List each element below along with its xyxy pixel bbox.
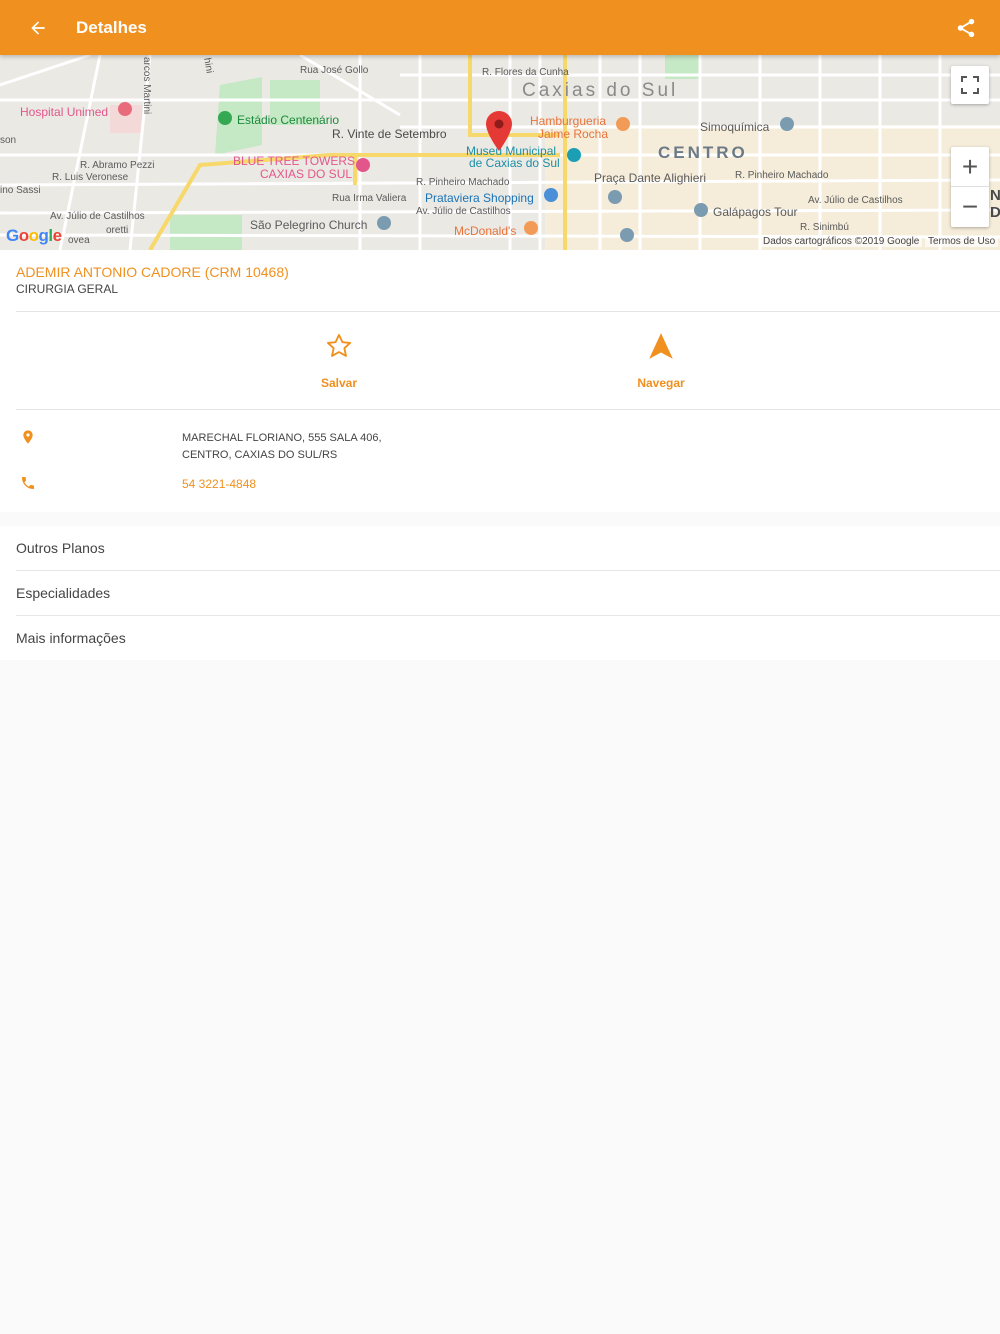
- list-item-label: Especialidades: [16, 585, 111, 601]
- details-card: ADEMIR ANTONIO CADORE (CRM 10468) CIRURG…: [0, 250, 1000, 512]
- arrow-back-icon: [31, 20, 45, 35]
- fullscreen-icon: [961, 76, 979, 94]
- address: MARECHAL FLORIANO, 555 SALA 406, CENTRO,…: [182, 430, 382, 464]
- fullscreen-button[interactable]: [951, 66, 989, 104]
- map-label-city: Caxias do Sul: [522, 80, 679, 101]
- star-outline-icon: [326, 333, 352, 357]
- map-label: Rua Irma Valiera: [332, 193, 407, 204]
- zoom-out-button[interactable]: −: [951, 187, 989, 227]
- restaurant-icon[interactable]: [616, 117, 630, 131]
- map-label-poi: Prataviera Shopping: [425, 191, 534, 205]
- map-label: R. Sinimbú: [800, 222, 849, 233]
- map-label: D: [990, 204, 1000, 221]
- place-icon[interactable]: [620, 228, 634, 242]
- location-marker-icon[interactable]: [486, 111, 512, 151]
- museum-icon[interactable]: [567, 148, 581, 162]
- map-label: R. Pinheiro Machado: [735, 170, 829, 181]
- map-label: oretti: [106, 225, 129, 236]
- restaurant-icon[interactable]: [524, 221, 538, 235]
- divider: [16, 409, 1000, 410]
- doctor-name: ADEMIR ANTONIO CADORE (CRM 10468): [16, 264, 289, 280]
- list-item-mais-informacoes[interactable]: Mais informações: [0, 616, 1000, 661]
- map-label: son: [0, 135, 17, 146]
- map-label: R. Luis Veronese: [52, 172, 129, 183]
- save-button[interactable]: Salvar: [279, 332, 399, 390]
- address-line1: MARECHAL FLORIANO, 555 SALA 406,: [182, 432, 382, 444]
- options-list: Outros Planos Especialidades Mais inform…: [0, 526, 1000, 660]
- map-label-poi: Hamburgueria: [530, 114, 607, 128]
- phone-link[interactable]: 54 3221-4848: [182, 477, 256, 491]
- place-icon[interactable]: [780, 117, 794, 131]
- google-logo: Google: [6, 226, 62, 245]
- list-item-label: Mais informações: [16, 630, 126, 646]
- navigate-label: Navegar: [637, 376, 685, 390]
- map-label: R. Pinheiro Machado: [416, 177, 510, 188]
- hotel-icon[interactable]: [356, 158, 370, 172]
- map-label-poi: CAXIAS DO SUL: [260, 167, 353, 181]
- map-label: R. Vinte de Setembro: [332, 127, 447, 141]
- stadium-icon[interactable]: [218, 111, 232, 125]
- church-icon[interactable]: [377, 216, 391, 230]
- divider: [16, 311, 1000, 312]
- app-bar: Detalhes: [0, 0, 1000, 55]
- place-icon[interactable]: [694, 203, 708, 217]
- map-label-poi: McDonald's: [454, 224, 517, 238]
- zoom-in-button[interactable]: +: [951, 147, 989, 187]
- zoom-control: + −: [951, 147, 989, 227]
- navigate-button[interactable]: Navegar: [601, 332, 721, 390]
- map-label: ino Sassi: [0, 185, 41, 196]
- shopping-icon[interactable]: [544, 188, 558, 202]
- map-credit: Dados cartográficos ©2019 Google: [760, 236, 923, 247]
- map-label-poi: Estádio Centenário: [237, 113, 340, 127]
- map-label-poi: Simoquímica: [700, 120, 770, 134]
- map-label: Rua José Gollo: [300, 65, 369, 76]
- map-label-poi: de Caxias do Sul: [469, 156, 560, 170]
- save-label: Salvar: [320, 376, 358, 390]
- hospital-icon[interactable]: [118, 102, 132, 116]
- place-icon[interactable]: [608, 190, 622, 204]
- phone-icon: [22, 477, 34, 489]
- map-terms-link[interactable]: Termos de Uso: [925, 236, 999, 247]
- map-view[interactable]: Rua José Gollo R. Flores da Cunha Caxias…: [0, 55, 1000, 250]
- map-label-poi: Galápagos Tour: [713, 205, 798, 219]
- map-label-poi: Praça Dante Alighieri: [594, 171, 707, 185]
- navigation-icon: [649, 333, 673, 359]
- page-title: Detalhes: [76, 17, 147, 37]
- map-label: Av. Júlio de Castilhos: [50, 211, 145, 222]
- list-item-especialidades[interactable]: Especialidades: [0, 571, 1000, 616]
- list-item-label: Outros Planos: [16, 540, 105, 556]
- map-label: R. Flores da Cunha: [482, 67, 569, 78]
- map-label: Av. Júlio de Castilhos: [416, 206, 511, 217]
- share-icon: [957, 18, 975, 38]
- map-label-poi: BLUE TREE TOWERS: [233, 154, 356, 168]
- map-label-poi: Jaime Rocha: [538, 127, 609, 141]
- share-button[interactable]: [946, 8, 986, 48]
- doctor-specialty: CIRURGIA GERAL: [16, 282, 119, 296]
- location-pin-icon: [23, 430, 33, 444]
- map-label: R. Abramo Pezzi: [80, 160, 155, 171]
- map-label-district: CENTRO: [658, 143, 748, 162]
- map-label: Av. Júlio de Castilhos: [808, 195, 903, 206]
- map-label: arcos Martini: [141, 57, 152, 115]
- map-label: ovea: [68, 235, 90, 246]
- back-button[interactable]: [18, 8, 58, 48]
- map-label-poi: Hospital Unimed: [20, 105, 109, 119]
- map-label-poi: São Pelegrino Church: [250, 218, 368, 232]
- map-label: N: [990, 187, 1000, 204]
- list-item-outros-planos[interactable]: Outros Planos: [0, 526, 1000, 571]
- address-line2: CENTRO, CAXIAS DO SUL/RS: [182, 449, 338, 461]
